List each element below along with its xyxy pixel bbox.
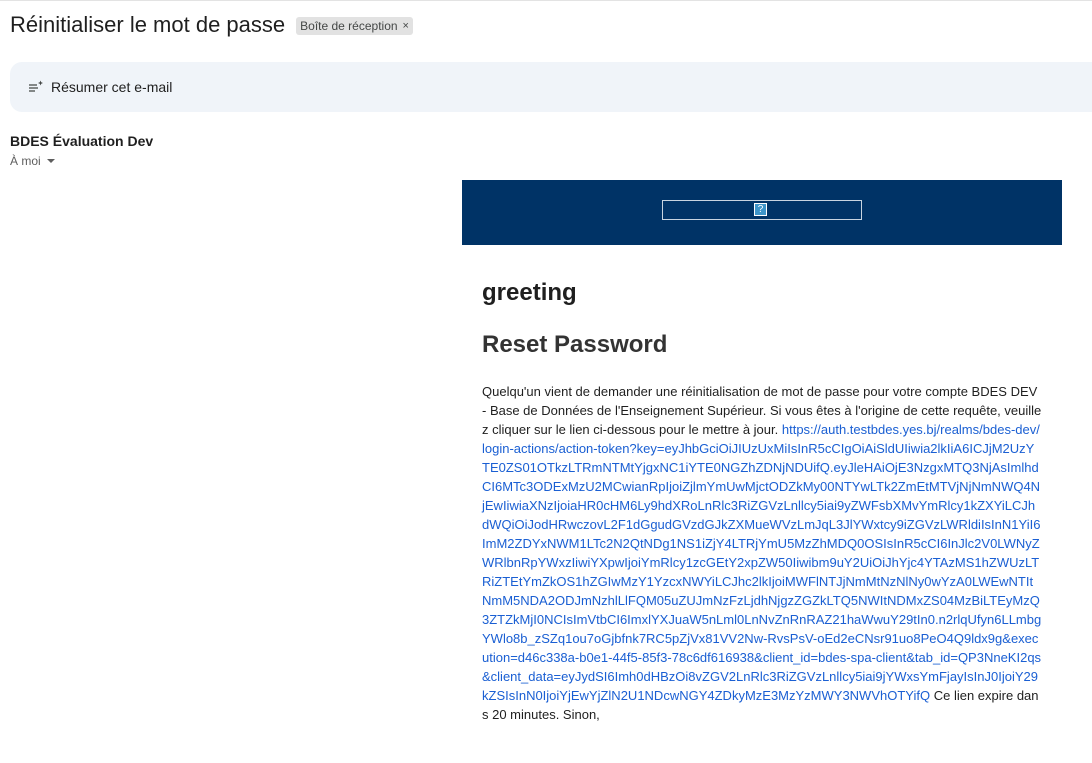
label-chip-text: Boîte de réception: [300, 19, 398, 33]
logo-image-frame: ?: [662, 200, 862, 220]
recipient-label: À moi: [10, 154, 41, 168]
recipient-details-toggle[interactable]: À moi: [10, 154, 55, 168]
broken-image-icon: ?: [754, 203, 767, 216]
email-subject: Réinitialiser le mot de passe: [10, 12, 286, 37]
summarize-sparkle-icon: [29, 80, 43, 92]
summarize-email-button[interactable]: Résumer cet e-mail: [10, 62, 1092, 112]
email-header-banner: ?: [462, 180, 1062, 245]
email-title: Reset Password: [482, 331, 668, 358]
label-chip-inbox[interactable]: Boîte de réception ×: [296, 17, 413, 35]
summarize-label: Résumer cet e-mail: [51, 79, 173, 95]
caret-down-icon: [46, 159, 55, 163]
email-body: greeting Reset Password Quelqu'un vient …: [482, 278, 1042, 724]
remove-label-icon[interactable]: ×: [403, 20, 409, 32]
email-greeting: greeting: [482, 279, 577, 306]
email-message: Quelqu'un vient de demander une réinitia…: [482, 382, 1042, 724]
top-divider: [0, 0, 1092, 1]
reset-password-link[interactable]: https://auth.testbdes.yes.bj/realms/bdes…: [482, 422, 1041, 703]
sender-name: BDES Évaluation Dev: [10, 133, 154, 149]
subject-row: Réinitialiser le mot de passe Boîte de r…: [10, 12, 413, 38]
